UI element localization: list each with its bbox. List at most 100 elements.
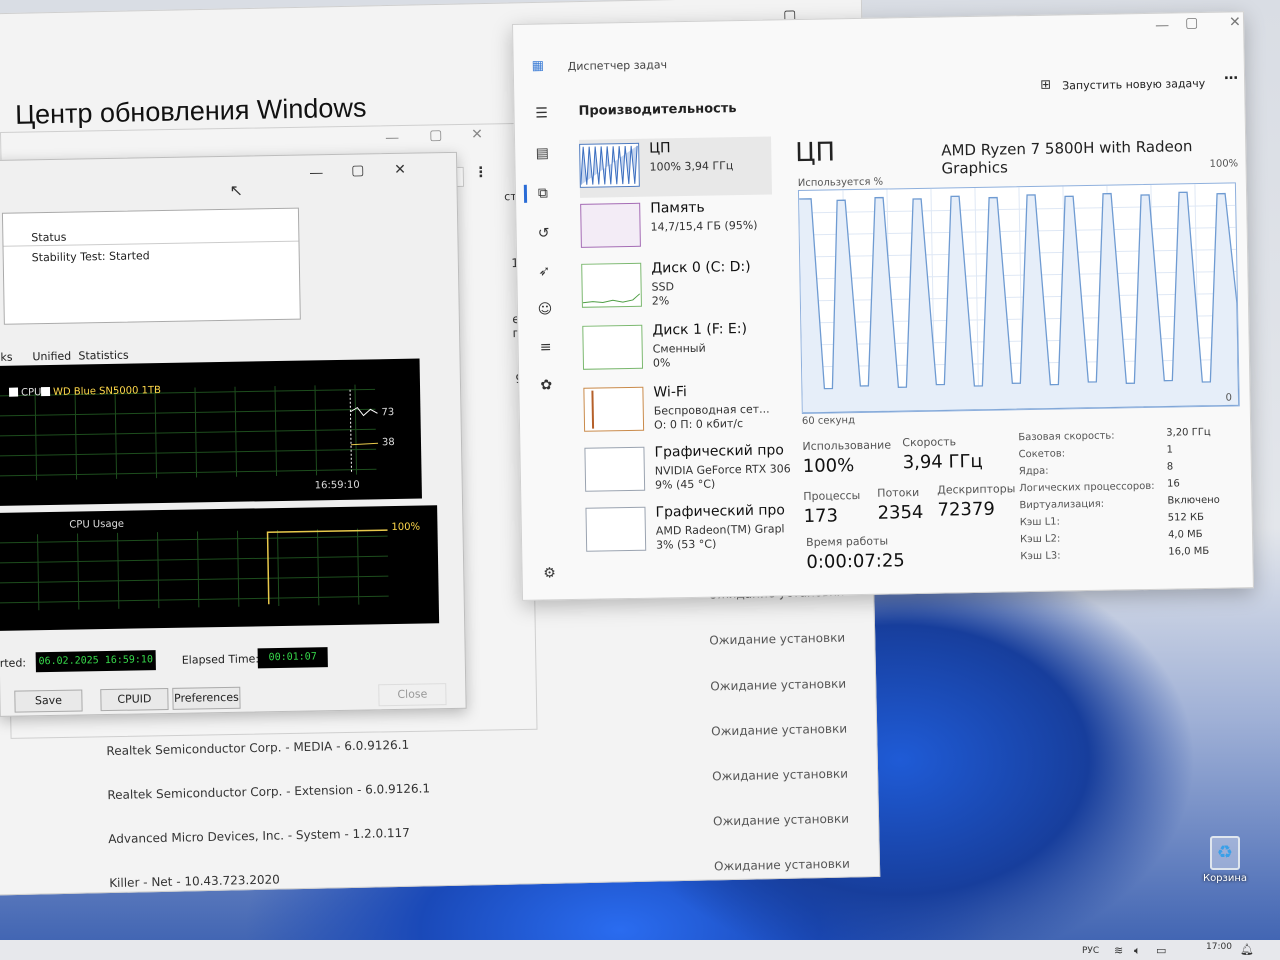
handles-value: 72379 [937, 498, 995, 521]
perf-item-gpu0[interactable]: Графический про NVIDIA GeForce RTX 306 9… [584, 440, 791, 501]
cpuid-button[interactable]: CPUID [100, 687, 169, 712]
spec-label: Кэш L2: [1019, 533, 1061, 546]
cpu-usage-title: CPU Usage [69, 518, 125, 531]
close-icon[interactable]: ✕ [471, 127, 483, 143]
axis-max-label: 100% [1209, 158, 1239, 170]
usage-label: Использование [802, 438, 892, 453]
update-status: Ожидание установки [709, 630, 846, 648]
battery-icon[interactable]: ▭ [1156, 944, 1166, 957]
settings-icon[interactable]: ⚙ [540, 564, 558, 582]
maximize-icon[interactable]: ▢ [351, 162, 365, 178]
close-icon[interactable]: ✕ [394, 162, 406, 178]
spec-label: Базовая скорость: [1018, 430, 1115, 444]
language-indicator[interactable]: РУС [1082, 946, 1099, 956]
cpu-usage-plot [799, 184, 1240, 414]
memory-thumbnail [580, 202, 641, 248]
stability-test-window: — ▢ ✕ ↖ Status Stability Test: Started c… [0, 151, 467, 717]
services-icon[interactable]: ✿ [537, 376, 555, 394]
perf-item-cpu[interactable]: ЦП 100% 3,94 ГГц [579, 136, 773, 198]
tab-clocks[interactable]: cks [0, 351, 13, 364]
spec-label: Логических процессоров: [1019, 480, 1155, 495]
update-name: Realtek Semiconductor Corp. - MEDIA - 6.… [106, 737, 410, 759]
cpu-checkbox[interactable] [8, 387, 19, 397]
users-icon[interactable]: ☺ [536, 300, 554, 318]
perf-item-disk1[interactable]: Диск 1 (F: E:) Сменный 0% [582, 318, 775, 379]
recycle-bin-icon: ♻ [1210, 836, 1240, 870]
startup-icon[interactable]: ➶ [535, 262, 553, 280]
notification-bell-icon[interactable]: 🔔︎ [1240, 943, 1254, 956]
history-icon[interactable]: ↺ [535, 224, 553, 242]
usage-value: 100% [802, 455, 855, 477]
spec-value: 512 КБ [1167, 511, 1205, 524]
clock[interactable]: 17:00 [1206, 942, 1232, 952]
cpu-usage-graph: CPU Usage 100% [0, 505, 440, 631]
volume-icon[interactable]: 🔈︎ [1134, 944, 1141, 958]
save-button[interactable]: Save [14, 689, 83, 713]
speed-label: Скорость [902, 435, 957, 450]
handles-label: Дескрипторы [937, 482, 1016, 497]
perf-item-value: О: 0 П: 0 кбит/с [653, 417, 744, 432]
status-table: Status Stability Test: Started [1, 207, 301, 325]
maximize-icon[interactable]: ▢ [429, 127, 443, 143]
cpu-heading: ЦП [795, 137, 836, 169]
spec-label: Кэш L3: [1020, 550, 1061, 563]
update-status: Ожидание установки [710, 676, 847, 694]
preferences-button[interactable]: Preferences [172, 686, 241, 710]
minimize-icon[interactable]: — [385, 130, 399, 146]
threads-value: 2354 [877, 501, 924, 524]
tab-statistics[interactable]: Statistics [78, 349, 129, 363]
perf-item-gpu1[interactable]: Графический про AMD Radeon(TM) Grapl 3% … [585, 500, 785, 561]
wifi-icon[interactable]: ≋ [1114, 944, 1123, 957]
close-icon[interactable]: ✕ [1229, 14, 1241, 30]
recycle-bin[interactable]: ♻ Корзина [1200, 836, 1250, 886]
time-axis-label: 60 секунд [801, 415, 856, 427]
perf-item-detail: Сменный [652, 341, 706, 356]
perf-item-detail: 14,7/15,4 ГБ (95%) [650, 218, 758, 234]
processes-label: Процессы [803, 488, 861, 503]
tab-unified[interactable]: Unified [32, 350, 71, 364]
cpu-model: AMD Ryzen 7 5800H with Radeon Graphics [941, 137, 1193, 178]
cpu-usage-graph [797, 182, 1240, 415]
task-manager-icon: ▦ [531, 58, 545, 74]
spec-value: 4,0 МБ [1167, 529, 1203, 541]
task-manager-window: ▦ Диспетчер задач — ▢ ✕ ☰ ▤ ⧉ ↺ ➶ ☺ ≡ ✿ … [512, 11, 1254, 601]
maximize-icon[interactable]: ▢ [1185, 15, 1199, 31]
perf-item-disk0[interactable]: Диск 0 (C: D:) SSD 2% [581, 256, 774, 317]
wifi-thumbnail-graph [591, 390, 595, 429]
hamburger-icon[interactable]: ☰ [532, 104, 550, 122]
perf-item-name: Диск 1 (F: E:) [652, 320, 748, 339]
cpu-thumbnail [579, 142, 640, 188]
details-icon[interactable]: ≡ [536, 338, 554, 356]
minimize-icon[interactable]: — [309, 165, 323, 181]
spec-label: Ядра: [1018, 465, 1049, 478]
minimize-icon[interactable]: — [1155, 18, 1169, 34]
disk-checkbox[interactable] [40, 386, 51, 397]
more-icon[interactable]: ⋮ [474, 164, 488, 180]
spec-value: 1 [1166, 444, 1174, 456]
update-status: Ожидание установки [713, 856, 851, 874]
update-name: Realtek Semiconductor Corp. - Extension … [107, 781, 431, 803]
perf-item-memory[interactable]: Память 14,7/15,4 ГБ (95%) [580, 196, 773, 257]
more-icon[interactable]: ⋯ [1224, 70, 1238, 86]
run-task-button[interactable]: Запустить новую задачу [1062, 77, 1205, 92]
cpu-thumbnail-graph [580, 145, 638, 185]
status-value: Stability Test: Started [31, 249, 150, 265]
perf-item-detail: 100% 3,94 ГГц [649, 159, 734, 174]
graph-time-label: 16:59:10 [314, 479, 360, 492]
legend-cpu: CPU [20, 387, 42, 399]
update-name: Killer - Net - 10.43.723.2020 [109, 872, 280, 891]
mouse-cursor-icon: ↖ [229, 180, 244, 200]
perf-item-wifi[interactable]: Wi-Fi Беспроводная сет... О: 0 П: 0 кбит… [583, 380, 776, 441]
performance-icon[interactable]: ⧉ [534, 184, 552, 202]
spec-value: 3,20 ГГц [1166, 426, 1211, 439]
spec-label: Кэш L1: [1019, 516, 1061, 529]
processes-value: 173 [803, 505, 839, 527]
started-value: 06.02.2025 16:59:10 [35, 650, 156, 673]
threads-label: Потоки [877, 485, 920, 500]
perf-item-value: 3% (53 °C) [656, 537, 717, 552]
spec-value: Включено [1167, 494, 1220, 507]
uptime-value: 0:00:07:25 [806, 550, 905, 573]
wifi-thumbnail [583, 386, 645, 432]
close-button[interactable]: Close [378, 683, 447, 707]
processes-icon[interactable]: ▤ [533, 144, 551, 162]
